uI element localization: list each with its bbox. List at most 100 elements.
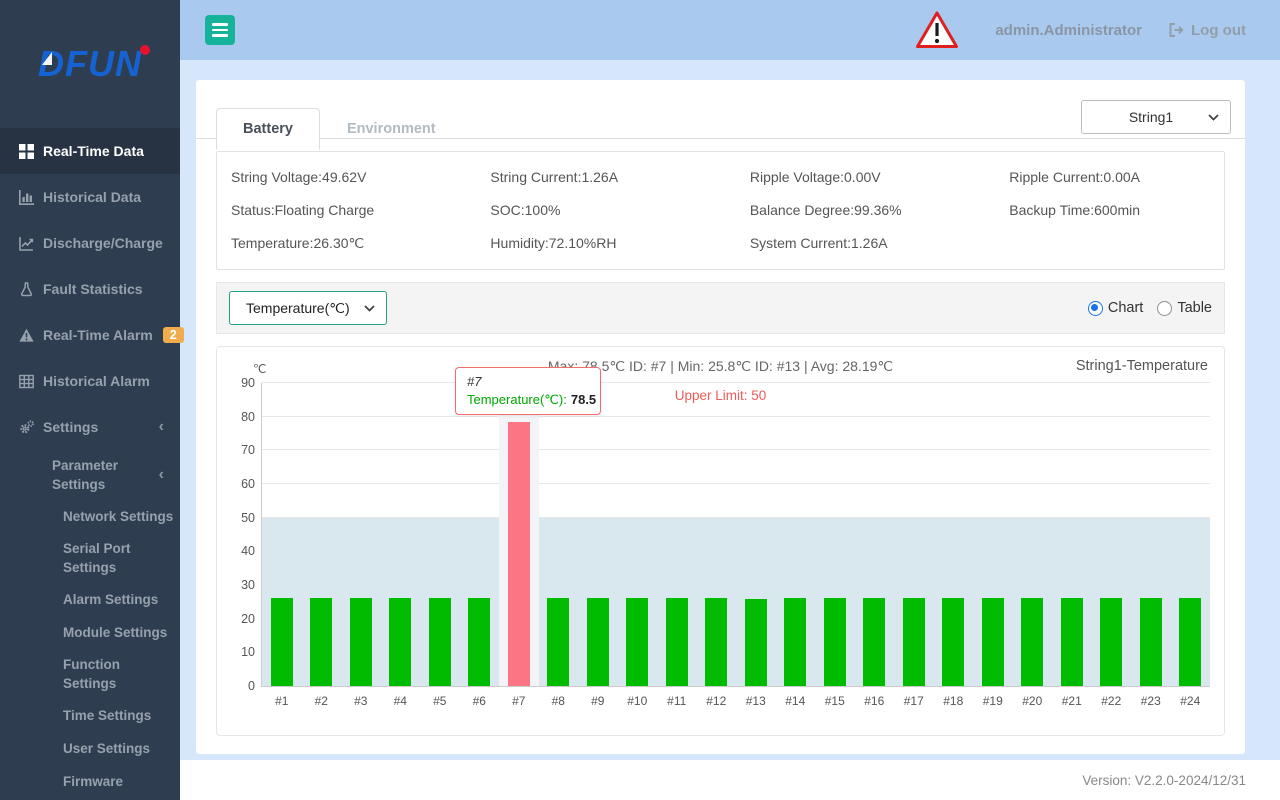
bar-#12[interactable] — [705, 598, 727, 686]
topbar: admin.Administrator Log out — [180, 0, 1280, 60]
x-tick-label: #2 — [302, 694, 342, 708]
bar-slot-#7 — [499, 383, 539, 686]
sidebar-item-label: Real-Time Alarm — [43, 326, 153, 345]
bar-chart-icon — [19, 190, 34, 205]
bar-slot-#15 — [815, 383, 855, 686]
bar-slot-#14 — [776, 383, 816, 686]
bar-#18[interactable] — [942, 598, 964, 686]
sidebar-item-function-settings[interactable]: Function Settings — [0, 649, 180, 699]
bar-#2[interactable] — [310, 598, 332, 686]
x-tick-label: #6 — [460, 694, 500, 708]
y-tick-label: 40 — [229, 544, 255, 558]
sidebar-item-alarm-settings[interactable]: Alarm Settings — [0, 583, 180, 616]
sidebar-item-historical-data[interactable]: Historical Data — [0, 174, 180, 220]
bar-slot-#1 — [262, 383, 302, 686]
bar-slot-#19 — [973, 383, 1013, 686]
chart-controls: Temperature(℃) Chart Table — [216, 282, 1225, 334]
info-field-ripple-current: Ripple Current:0.00A — [1009, 161, 1210, 194]
bar-#7[interactable] — [508, 422, 530, 686]
bar-#22[interactable] — [1100, 598, 1122, 686]
tab-environment[interactable]: Environment — [320, 108, 463, 150]
footer: Version: V2.2.0-2024/12/31 — [180, 760, 1280, 800]
menu-toggle-button[interactable] — [205, 15, 235, 45]
bar-#6[interactable] — [468, 598, 490, 686]
info-field-string-current: String Current:1.26A — [490, 161, 749, 194]
sidebar-item-label: Alarm Settings — [63, 590, 158, 609]
x-tick-label: #21 — [1052, 694, 1092, 708]
y-tick-label: 50 — [229, 511, 255, 525]
bar-#24[interactable] — [1179, 598, 1201, 686]
sidebar-item-label: Settings — [43, 418, 98, 437]
bar-#5[interactable] — [429, 598, 451, 686]
bar-#20[interactable] — [1021, 598, 1043, 686]
bar-slot-#24 — [1171, 383, 1211, 686]
bar-#3[interactable] — [350, 598, 372, 686]
y-tick-label: 0 — [229, 679, 255, 693]
bar-#15[interactable] — [824, 598, 846, 686]
x-tick-label: #15 — [815, 694, 855, 708]
brand-logo: DFUN — [0, 0, 180, 128]
sidebar-item-fault-statistics[interactable]: Fault Statistics — [0, 266, 180, 312]
alarm-count-badge: 2 — [163, 327, 184, 343]
y-tick-label: 20 — [229, 612, 255, 626]
bar-#1[interactable] — [271, 598, 293, 686]
temperature-chart: ℃ Max: 78.5℃ ID: #7 | Min: 25.8℃ ID: #13… — [216, 346, 1225, 736]
bar-#17[interactable] — [903, 598, 925, 686]
bar-#13[interactable] — [745, 599, 767, 686]
bar-#14[interactable] — [784, 598, 806, 686]
realtime-info-panel: String Voltage:49.62VString Current:1.26… — [216, 151, 1225, 270]
chart-plot-area: 0102030405060708090#1#2#3#4#5#6#7#8#9#10… — [261, 383, 1210, 687]
bar-#10[interactable] — [626, 598, 648, 686]
radio-chart[interactable]: Chart — [1088, 300, 1143, 316]
main-content: BatteryEnvironment String1 String Voltag… — [180, 60, 1280, 760]
sidebar-item-user-settings[interactable]: User Settings — [0, 732, 180, 765]
info-field-temperature: Temperature:26.30℃ — [231, 227, 490, 260]
view-switch: Chart Table — [1088, 300, 1212, 316]
bar-slot-#10 — [618, 383, 658, 686]
sidebar-item-settings[interactable]: Settings‹ — [0, 404, 180, 450]
alarm-warning-icon[interactable] — [915, 10, 959, 50]
radio-label: Table — [1177, 300, 1212, 316]
chevron-down-icon — [364, 305, 375, 312]
x-tick-label: #16 — [855, 694, 895, 708]
bar-slot-#22 — [1092, 383, 1132, 686]
bar-#16[interactable] — [863, 598, 885, 686]
bar-#4[interactable] — [389, 598, 411, 686]
info-field-status: Status:Floating Charge — [231, 194, 490, 227]
sidebar-item-parameter-settings[interactable]: Parameter Settings‹ — [0, 450, 180, 500]
bar-#11[interactable] — [666, 598, 688, 686]
sidebar-item-network-settings[interactable]: Network Settings — [0, 500, 180, 533]
tab-strip: BatteryEnvironment String1 — [196, 80, 1245, 139]
radio-table[interactable]: Table — [1157, 300, 1212, 316]
sidebar-item-serial-port-settings[interactable]: Serial Port Settings — [0, 533, 180, 583]
tooltip-label: Temperature(℃): — [467, 392, 567, 407]
bar-#8[interactable] — [547, 598, 569, 686]
bar-#9[interactable] — [587, 598, 609, 686]
bar-slot-#13 — [736, 383, 776, 686]
metric-select[interactable]: Temperature(℃) — [229, 291, 387, 325]
bar-#19[interactable] — [982, 598, 1004, 686]
sidebar-item-time-settings[interactable]: Time Settings — [0, 699, 180, 732]
x-tick-label: #1 — [262, 694, 302, 708]
x-tick-label: #8 — [539, 694, 579, 708]
x-tick-label: #20 — [1013, 694, 1053, 708]
sidebar-item-real-time-alarm[interactable]: Real-Time Alarm2 — [0, 312, 180, 358]
string-select-value: String1 — [1129, 109, 1173, 125]
sidebar-item-firmware[interactable]: Firmware — [0, 765, 180, 798]
x-tick-label: #17 — [894, 694, 934, 708]
sidebar-item-discharge-charge[interactable]: Discharge/Charge — [0, 220, 180, 266]
sidebar-item-label: Fault Statistics — [43, 280, 143, 299]
bar-#21[interactable] — [1061, 598, 1083, 686]
logout-button[interactable]: Log out — [1168, 22, 1246, 39]
sidebar-item-module-settings[interactable]: Module Settings — [0, 616, 180, 649]
sidebar-item-historical-alarm[interactable]: Historical Alarm — [0, 358, 180, 404]
sidebar-item-label: Parameter Settings — [52, 456, 140, 494]
radio-circle-icon — [1157, 301, 1172, 316]
tooltip-value: 78.5 — [571, 392, 596, 407]
bar-#23[interactable] — [1140, 598, 1162, 686]
sidebar-item-real-time-data[interactable]: Real-Time Data — [0, 128, 180, 174]
string-select[interactable]: String1 — [1081, 100, 1231, 134]
tab-battery[interactable]: Battery — [216, 108, 320, 150]
sidebar: DFUN Real-Time DataHistorical DataDischa… — [0, 0, 180, 800]
bar-slot-#11 — [657, 383, 697, 686]
